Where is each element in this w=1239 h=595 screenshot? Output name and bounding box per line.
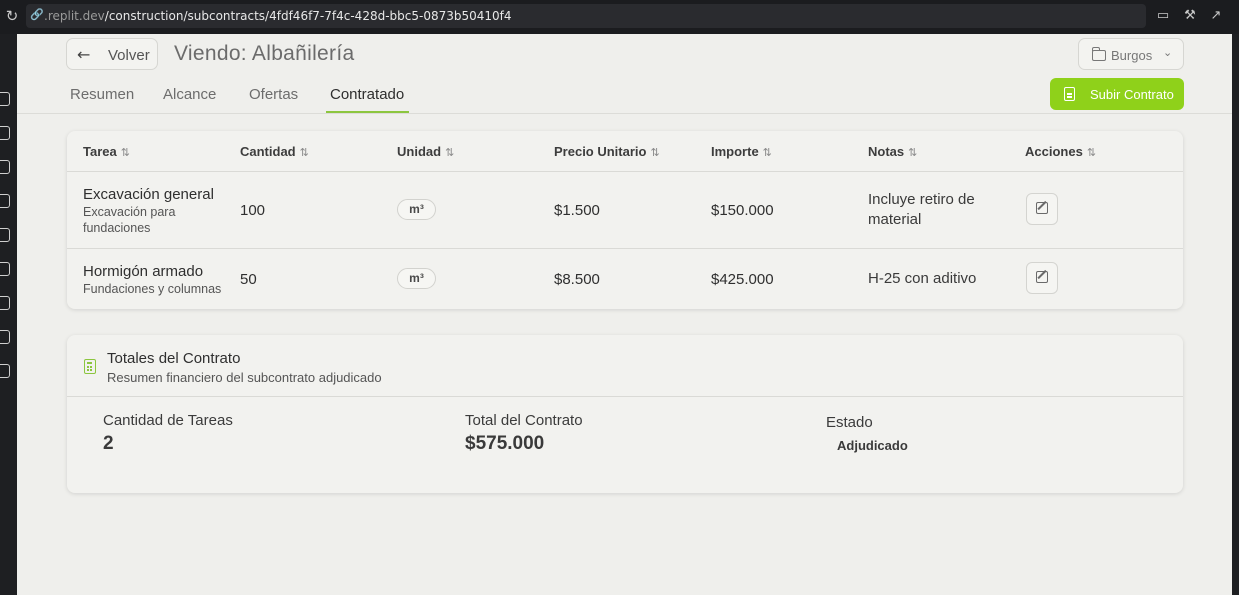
city-label: Burgos bbox=[1111, 48, 1153, 63]
unit-price: $8.500 bbox=[554, 271, 600, 288]
pencil-icon bbox=[1036, 202, 1048, 214]
task-count-label: Cantidad de Tareas bbox=[103, 412, 233, 429]
task-description: Excavación para fundaciones bbox=[83, 205, 176, 235]
pencil-icon bbox=[1036, 271, 1048, 283]
notes: H-25 con aditivo bbox=[868, 270, 977, 287]
link-icon: 🔗 bbox=[30, 8, 44, 21]
column-header-importe[interactable]: Importe ⇅ bbox=[711, 144, 772, 159]
totals-divider bbox=[67, 396, 1183, 397]
clipboard-icon[interactable] bbox=[0, 330, 10, 344]
column-header-precio-unitario[interactable]: Precio Unitario ⇅ bbox=[554, 144, 660, 159]
tabs-divider bbox=[17, 113, 1232, 114]
upload-contract-button[interactable]: Subir Contrato bbox=[1050, 78, 1184, 110]
browser-url-bar: ↻ 🔗 .replit.dev/construction/subcontract… bbox=[0, 0, 1239, 34]
devices-icon[interactable]: ▭ bbox=[1155, 8, 1171, 24]
tab-ofertas[interactable]: Ofertas bbox=[249, 86, 298, 103]
sort-icon[interactable]: ⇅ bbox=[445, 146, 454, 159]
notes: Incluye retiro de material bbox=[868, 191, 975, 228]
back-label: Volver bbox=[108, 47, 150, 64]
address-text: .replit.dev/construction/subcontracts/4f… bbox=[44, 9, 512, 23]
edit-button[interactable] bbox=[1026, 262, 1058, 294]
active-tab-indicator bbox=[326, 111, 409, 113]
unit-badge: m³ bbox=[397, 268, 436, 289]
city-selector[interactable]: Burgos ⌄ bbox=[1078, 38, 1184, 70]
back-button[interactable]: ← Volver bbox=[66, 38, 158, 70]
home-icon[interactable] bbox=[0, 92, 10, 106]
amount: $150.000 bbox=[711, 202, 774, 219]
sort-icon[interactable]: ⇅ bbox=[300, 146, 309, 159]
open-external-icon[interactable]: ↗ bbox=[1208, 8, 1224, 24]
amount: $425.000 bbox=[711, 271, 774, 288]
status-label: Estado bbox=[826, 414, 873, 431]
arrow-left-icon: ← bbox=[77, 45, 91, 64]
header-divider bbox=[67, 171, 1183, 172]
sort-icon[interactable]: ⇅ bbox=[121, 146, 130, 159]
upload-contract-label: Subir Contrato bbox=[1090, 87, 1174, 102]
unit-price: $1.500 bbox=[554, 202, 600, 219]
column-header-cantidad[interactable]: Cantidad ⇅ bbox=[240, 144, 309, 159]
document-icon[interactable] bbox=[0, 262, 10, 276]
calculator-icon bbox=[84, 359, 96, 374]
sort-icon[interactable]: ⇅ bbox=[650, 146, 659, 159]
status-badge: Adjudicado bbox=[837, 438, 908, 453]
contract-totals-card: Totales del Contrato Resumen financiero … bbox=[67, 335, 1183, 493]
reload-icon[interactable]: ↻ bbox=[4, 8, 20, 24]
users-icon[interactable] bbox=[0, 194, 10, 208]
contract-total-value: $575.000 bbox=[465, 433, 545, 454]
column-header-tarea[interactable]: Tarea ⇅ bbox=[83, 144, 130, 159]
task-name: Hormigón armado bbox=[83, 263, 204, 280]
column-header-acciones[interactable]: Acciones ⇅ bbox=[1025, 144, 1096, 159]
unit-badge: m³ bbox=[397, 199, 436, 220]
quantity: 50 bbox=[240, 271, 257, 288]
tab-contratado[interactable]: Contratado bbox=[330, 86, 404, 103]
tab-resumen[interactable]: Resumen bbox=[70, 86, 134, 103]
right-edge bbox=[1232, 34, 1239, 595]
sidebar-strip bbox=[0, 34, 17, 595]
quantity: 100 bbox=[240, 202, 266, 219]
folder-icon bbox=[1092, 47, 1106, 61]
column-header-notas[interactable]: Notas ⇅ bbox=[868, 144, 917, 159]
calendar-icon[interactable] bbox=[0, 160, 10, 174]
sort-icon[interactable]: ⇅ bbox=[763, 146, 772, 159]
edit-button[interactable] bbox=[1026, 193, 1058, 225]
chart-icon[interactable] bbox=[0, 364, 10, 378]
main-content: ← Volver Viendo: Albañilería Burgos ⌄ Re… bbox=[17, 34, 1232, 595]
file-text-icon bbox=[1064, 87, 1075, 101]
task-description: Fundaciones y columnas bbox=[83, 282, 222, 296]
edit-icon[interactable] bbox=[0, 126, 10, 140]
sort-icon[interactable]: ⇅ bbox=[908, 146, 917, 159]
tab-alcance[interactable]: Alcance bbox=[163, 86, 216, 103]
box-icon[interactable] bbox=[0, 228, 10, 242]
totals-title: Totales del Contrato bbox=[107, 350, 241, 367]
chevron-down-icon: ⌄ bbox=[1163, 46, 1173, 59]
page-title: Viendo: Albañilería bbox=[174, 42, 355, 65]
column-header-unidad[interactable]: Unidad ⇅ bbox=[397, 144, 454, 159]
contract-total-label: Total del Contrato bbox=[465, 412, 583, 429]
sort-icon[interactable]: ⇅ bbox=[1087, 146, 1096, 159]
totals-subtitle: Resumen financiero del subcontrato adjud… bbox=[107, 370, 382, 385]
task-name: Excavación general bbox=[83, 186, 214, 203]
contract-table: Tarea ⇅ Cantidad ⇅ Unidad ⇅ Precio Unitario… bbox=[67, 131, 1183, 309]
row-divider bbox=[67, 248, 1183, 249]
wrench-icon[interactable]: ⚒ bbox=[1182, 8, 1198, 24]
address-field[interactable]: 🔗 .replit.dev/construction/subcontracts/… bbox=[26, 4, 1146, 28]
briefcase-icon[interactable] bbox=[0, 296, 10, 310]
task-count-value: 2 bbox=[103, 433, 114, 454]
